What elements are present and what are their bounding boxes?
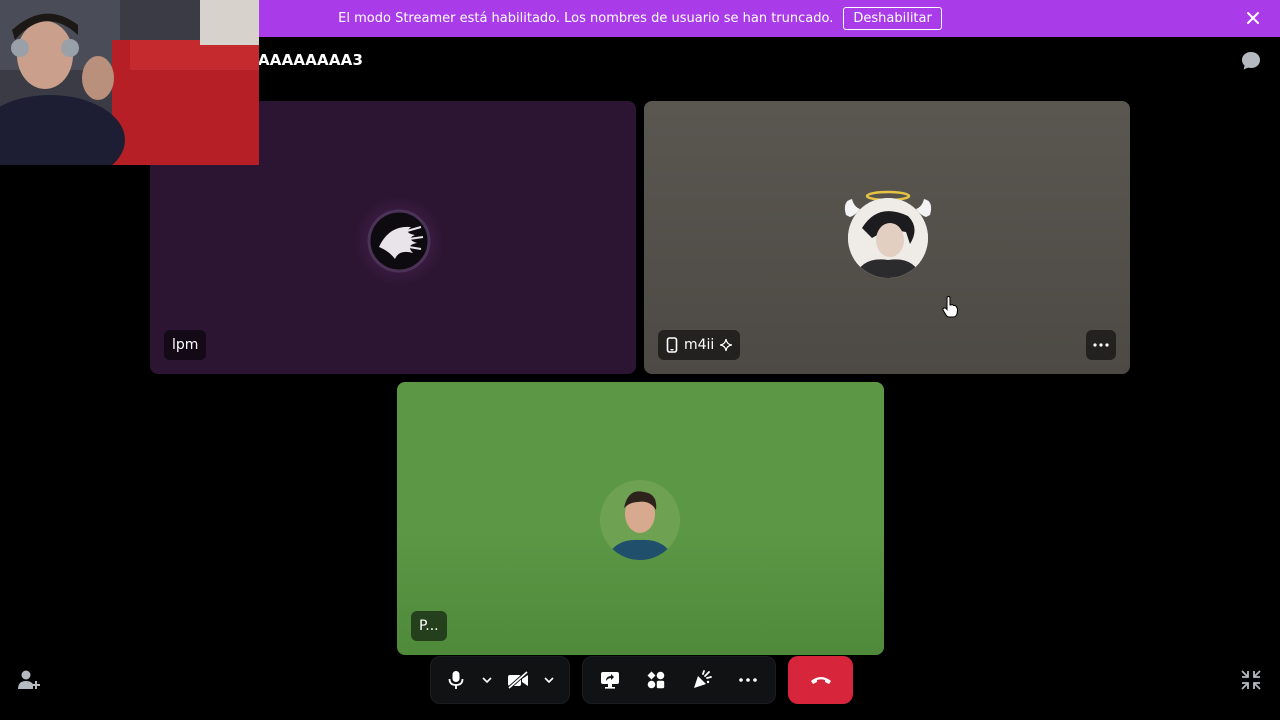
- add-user-icon[interactable]: [17, 669, 41, 691]
- banner-message: El modo Streamer está habilitado. Los no…: [338, 11, 834, 26]
- nameplate: m4ii: [658, 330, 741, 360]
- video-options-button[interactable]: [537, 662, 561, 698]
- avatar: [355, 197, 443, 285]
- channel-title: AAAAAAAA3: [258, 51, 364, 69]
- participant-name: lpm: [172, 337, 199, 353]
- avatar: [600, 480, 680, 560]
- soundboard-icon: [694, 670, 712, 688]
- activities-button[interactable]: [639, 662, 673, 698]
- disconnect-button[interactable]: [788, 656, 853, 704]
- soundboard-button[interactable]: [685, 662, 719, 698]
- share-screen-button[interactable]: [593, 662, 627, 698]
- sparkle-icon: [720, 339, 733, 351]
- mobile-phone-icon: [666, 337, 678, 353]
- disable-streamer-mode-button[interactable]: Deshabilitar: [843, 7, 942, 30]
- call-controls: [430, 656, 853, 704]
- more-icon: [739, 678, 757, 682]
- mute-button[interactable]: [439, 662, 473, 698]
- hang-up-icon: [810, 677, 831, 684]
- avatar: [848, 198, 928, 278]
- camera-off-icon: [507, 671, 529, 689]
- tile-more-button[interactable]: [1086, 330, 1116, 360]
- chat-bubble-icon[interactable]: [1240, 50, 1262, 72]
- dragon-icon: [367, 209, 431, 273]
- actions-group: [582, 656, 776, 704]
- close-icon[interactable]: [1244, 9, 1262, 27]
- collapse-icon[interactable]: [1240, 669, 1262, 691]
- participant-tile-m4ii[interactable]: m4ii: [644, 101, 1130, 374]
- audio-video-group: [430, 656, 570, 704]
- screen-share-icon: [601, 672, 619, 689]
- participant-tile-p[interactable]: P...: [397, 382, 884, 655]
- nameplate: lpm: [164, 330, 207, 360]
- more-options-button[interactable]: [731, 662, 765, 698]
- participant-name: P...: [419, 618, 439, 634]
- activities-icon: [647, 671, 665, 689]
- participant-name: m4ii: [684, 337, 715, 353]
- nameplate: P...: [411, 611, 447, 641]
- hand-cursor-icon: [942, 296, 958, 318]
- webcam-overlay: [0, 0, 259, 165]
- chevron-down-icon: [544, 677, 554, 683]
- chevron-down-icon: [482, 677, 492, 683]
- audio-options-button[interactable]: [475, 662, 499, 698]
- more-icon: [1093, 343, 1109, 347]
- camera-button[interactable]: [501, 662, 535, 698]
- microphone-icon: [448, 671, 464, 689]
